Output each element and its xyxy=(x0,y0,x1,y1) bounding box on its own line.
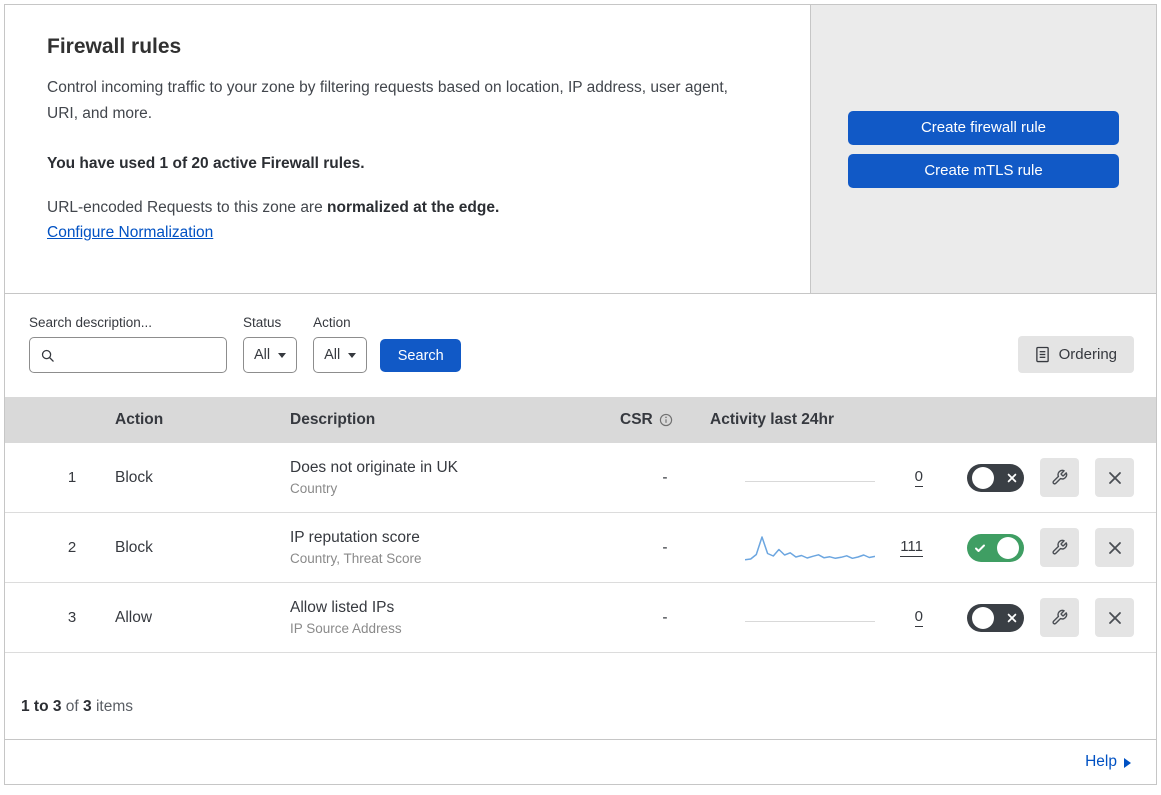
rule-csr: - xyxy=(662,468,668,486)
rule-criteria: IP Source Address xyxy=(290,621,402,636)
rule-enabled-toggle[interactable] xyxy=(967,463,1024,492)
rule-description: Allow listed IPs xyxy=(290,599,395,616)
table-row: 3 Allow Allow listed IPs IP Source Addre… xyxy=(5,583,1156,653)
rule-priority: 3 xyxy=(67,609,77,626)
action-label: Action xyxy=(313,315,351,330)
rule-action: Block xyxy=(115,468,153,486)
rule-activity-cell: 111 xyxy=(710,532,935,564)
table-row: 2 Block IP reputation score Country, Thr… xyxy=(5,513,1156,583)
delete-rule-button[interactable] xyxy=(1095,528,1134,567)
page-title: Firewall rules xyxy=(47,35,182,58)
help-link[interactable]: Help xyxy=(1085,753,1131,771)
search-filter-group: Search description... xyxy=(29,315,227,373)
arrow-right-icon xyxy=(1124,757,1131,768)
activity-sparkline xyxy=(745,602,875,634)
activity-sparkline xyxy=(745,532,875,564)
chevron-down-icon xyxy=(278,352,287,358)
rule-description-cell: Does not originate in UK Country xyxy=(290,459,620,496)
rule-action: Allow xyxy=(115,608,153,626)
rule-priority: 2 xyxy=(67,539,77,556)
check-icon xyxy=(972,542,988,554)
search-button[interactable]: Search xyxy=(380,339,462,372)
rule-description: Does not originate in UK xyxy=(290,459,459,476)
rule-controls xyxy=(935,598,1134,637)
items-range: 1 to 3 xyxy=(21,698,62,715)
rule-activity-cell: 0 xyxy=(710,602,935,634)
table-row: 1 Block Does not originate in UK Country… xyxy=(5,443,1156,513)
ordering-icon xyxy=(1035,346,1050,363)
wrench-icon xyxy=(1051,609,1068,626)
normalization-bold: normalized at the edge. xyxy=(327,198,500,216)
rule-controls xyxy=(935,528,1134,567)
column-action: Action xyxy=(115,411,164,428)
help-row: Help xyxy=(5,740,1156,784)
action-dropdown-value: All xyxy=(324,347,341,363)
edit-rule-button[interactable] xyxy=(1040,528,1079,567)
toggle-knob xyxy=(997,536,1019,559)
column-activity: Activity last 24hr xyxy=(710,411,835,428)
rule-csr: - xyxy=(662,608,668,626)
rule-enabled-toggle[interactable] xyxy=(967,533,1024,562)
status-label: Status xyxy=(243,315,282,330)
status-dropdown-value: All xyxy=(254,347,271,363)
column-csr: CSR xyxy=(620,411,710,429)
normalization-text: URL-encoded Requests to this zone are no… xyxy=(47,199,770,217)
filter-bar: Search description... Status All Action … xyxy=(5,294,1156,397)
ordering-button-label: Ordering xyxy=(1058,346,1117,363)
status-dropdown[interactable]: All xyxy=(243,337,298,373)
activity-count-link[interactable]: 0 xyxy=(914,608,923,627)
activity-sparkline xyxy=(745,462,875,494)
x-icon xyxy=(1005,473,1019,483)
firewall-rules-panel: Firewall rules Control incoming traffic … xyxy=(4,4,1157,785)
column-description: Description xyxy=(290,411,376,428)
usage-text: You have used 1 of 20 active Firewall ru… xyxy=(47,154,365,172)
activity-count-link[interactable]: 111 xyxy=(900,538,923,557)
chevron-down-icon xyxy=(348,352,357,358)
table-header: Action Description CSR Activity last 24h… xyxy=(5,397,1156,443)
normalization-prefix: URL-encoded Requests to this zone are xyxy=(47,198,328,216)
configure-normalization-link[interactable]: Configure Normalization xyxy=(47,224,213,242)
rule-action: Block xyxy=(115,538,153,556)
create-firewall-rule-button[interactable]: Create firewall rule xyxy=(848,110,1119,145)
rule-enabled-toggle[interactable] xyxy=(967,603,1024,632)
ordering-button[interactable]: Ordering xyxy=(1017,336,1134,373)
rule-description-cell: Allow listed IPs IP Source Address xyxy=(290,599,620,636)
search-icon xyxy=(40,348,55,363)
page-description: Control incoming traffic to your zone by… xyxy=(47,79,728,123)
x-icon xyxy=(1005,613,1019,623)
delete-rule-button[interactable] xyxy=(1095,598,1134,637)
actions-panel: Create firewall rule Create mTLS rule xyxy=(811,5,1156,293)
pagination-summary: 1 to 3 of 3 items xyxy=(5,660,1156,740)
intro-area: Firewall rules Control incoming traffic … xyxy=(5,5,811,293)
close-icon xyxy=(1108,471,1122,485)
wrench-icon xyxy=(1051,539,1068,556)
info-icon[interactable] xyxy=(659,413,673,427)
rule-priority: 1 xyxy=(67,469,77,486)
toggle-knob xyxy=(972,466,994,489)
action-filter-group: Action All xyxy=(313,315,368,373)
edit-rule-button[interactable] xyxy=(1040,598,1079,637)
status-filter-group: Status All xyxy=(243,315,298,373)
search-label: Search description... xyxy=(29,315,153,330)
top-section: Firewall rules Control incoming traffic … xyxy=(5,5,1156,294)
activity-count-link[interactable]: 0 xyxy=(914,468,923,487)
rule-activity-cell: 0 xyxy=(710,462,935,494)
rule-criteria: Country, Threat Score xyxy=(290,551,422,566)
search-box xyxy=(29,337,227,373)
rule-criteria: Country xyxy=(290,481,338,496)
rule-csr: - xyxy=(662,538,668,556)
rule-controls xyxy=(935,458,1134,497)
close-icon xyxy=(1108,541,1122,555)
create-mtls-rule-button[interactable]: Create mTLS rule xyxy=(848,153,1119,188)
search-input[interactable] xyxy=(62,347,226,363)
action-dropdown[interactable]: All xyxy=(313,337,368,373)
delete-rule-button[interactable] xyxy=(1095,458,1134,497)
toggle-knob xyxy=(972,606,994,629)
rule-description: IP reputation score xyxy=(290,529,420,546)
wrench-icon xyxy=(1051,469,1068,486)
edit-rule-button[interactable] xyxy=(1040,458,1079,497)
items-total: 3 xyxy=(83,698,92,715)
close-icon xyxy=(1108,611,1122,625)
rule-description-cell: IP reputation score Country, Threat Scor… xyxy=(290,529,620,566)
